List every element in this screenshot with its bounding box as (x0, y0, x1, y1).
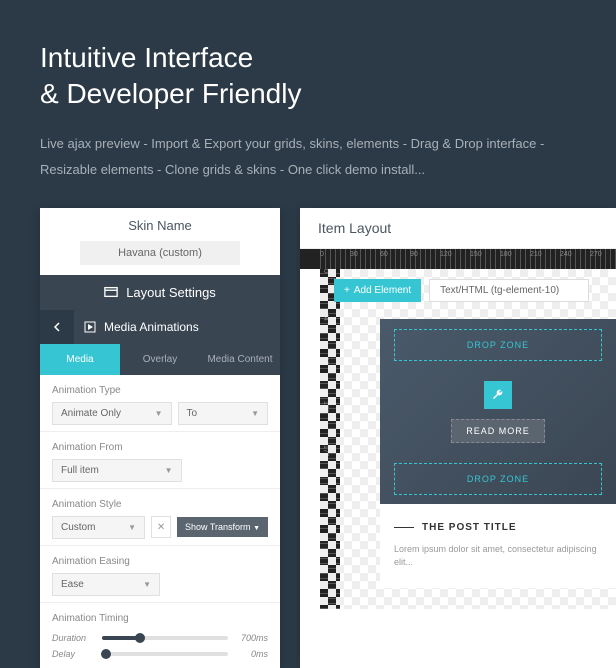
caret-down-icon: ▼ (251, 409, 259, 418)
post-body: Lorem ipsum dolor sit amet, consectetur … (394, 543, 602, 570)
overlay-area: DROP ZONE READ MORE DROP ZONE (380, 319, 616, 515)
ruler-tick: 210 (530, 251, 542, 258)
settings-panel: Skin Name Layout Settings Media Animatio… (40, 208, 280, 668)
slider-thumb-icon[interactable] (101, 649, 111, 659)
hero-section: Intuitive Interface & Developer Friendly… (0, 0, 616, 208)
post-title: THE POST TITLE (394, 522, 602, 533)
layout-icon (104, 285, 118, 299)
media-animations-label: Media Animations (104, 320, 199, 334)
show-transform-button[interactable]: Show Transform ▼ (177, 517, 268, 537)
hero-title-line1: Intuitive Interface (40, 42, 253, 73)
layout-settings-bar[interactable]: Layout Settings (40, 275, 280, 310)
plus-icon: + (344, 285, 350, 296)
duration-slider[interactable] (102, 636, 228, 640)
hero-title-line2: & Developer Friendly (40, 78, 301, 109)
element-name-field[interactable]: Text/HTML (tg-element-10) (429, 279, 589, 302)
add-element-button[interactable]: +Add Element (334, 279, 421, 302)
duration-value: 700ms (236, 633, 268, 643)
tab-media[interactable]: Media (40, 344, 120, 375)
animation-from-select[interactable]: Full item▼ (52, 459, 182, 482)
ruler-tick: 270 (590, 251, 602, 258)
read-more-button[interactable]: READ MORE (451, 419, 545, 443)
wrench-icon[interactable] (484, 381, 512, 409)
canvas-body: 04488132176 +Add Element Text/HTML (tg-e… (320, 269, 616, 609)
layout-settings-label: Layout Settings (126, 285, 216, 300)
media-animations-header: Media Animations (74, 310, 280, 344)
caret-down-icon: ▼ (128, 523, 136, 532)
animation-style-select[interactable]: Custom▼ (52, 516, 145, 539)
play-icon (84, 321, 96, 333)
close-icon: ✕ (157, 522, 165, 533)
animation-type-select[interactable]: Animate Only▼ (52, 402, 172, 425)
caret-down-icon: ▼ (165, 466, 173, 475)
item-layout-header: Item Layout (300, 208, 616, 249)
animation-to-select[interactable]: To▼ (178, 402, 269, 425)
ruler-tick: 30 (350, 251, 358, 258)
clear-button[interactable]: ✕ (151, 516, 171, 538)
animation-easing-label: Animation Easing (52, 556, 268, 567)
ruler-tick: 60 (380, 251, 388, 258)
ruler-corner (300, 249, 320, 269)
ruler-tick: 180 (500, 251, 512, 258)
animation-easing-select[interactable]: Ease▼ (52, 573, 160, 596)
slider-thumb-icon[interactable] (135, 633, 145, 643)
back-button[interactable] (40, 310, 74, 344)
ruler-horizontal: 0306090120150180210240270300 (320, 249, 616, 269)
caret-down-icon: ▼ (143, 580, 151, 589)
tab-overlay[interactable]: Overlay (120, 344, 200, 375)
animation-timing-label: Animation Timing (52, 613, 268, 624)
item-layout-panel: Item Layout 0306090120150180210240270300… (300, 208, 616, 668)
skin-name-label: Skin Name (50, 218, 270, 233)
ruler-tick: 120 (440, 251, 452, 258)
delay-value: 0ms (236, 649, 268, 659)
post-area: THE POST TITLE Lorem ipsum dolor sit ame… (380, 504, 616, 588)
tab-bar: Media Overlay Media Content (40, 344, 280, 375)
caret-down-icon: ▼ (155, 409, 163, 418)
hero-subtitle: Live ajax preview - Import & Export your… (40, 131, 576, 183)
delay-slider[interactable] (102, 652, 228, 656)
drop-zone-bottom[interactable]: DROP ZONE (394, 463, 602, 495)
hero-title: Intuitive Interface & Developer Friendly (40, 40, 576, 113)
ruler-tick: 0 (320, 251, 324, 258)
delay-label: Delay (52, 649, 94, 659)
ruler-tick: 150 (470, 251, 482, 258)
animation-type-label: Animation Type (52, 385, 268, 396)
skin-name-input[interactable] (80, 241, 240, 265)
ruler-tick: 90 (410, 251, 418, 258)
tab-media-content[interactable]: Media Content (200, 344, 280, 375)
animation-from-label: Animation From (52, 442, 268, 453)
ruler-tick: 240 (560, 251, 572, 258)
animation-style-label: Animation Style (52, 499, 268, 510)
caret-down-icon: ▼ (253, 525, 260, 532)
chevron-left-icon (52, 322, 62, 332)
duration-label: Duration (52, 633, 94, 643)
drop-zone-top[interactable]: DROP ZONE (394, 329, 602, 361)
